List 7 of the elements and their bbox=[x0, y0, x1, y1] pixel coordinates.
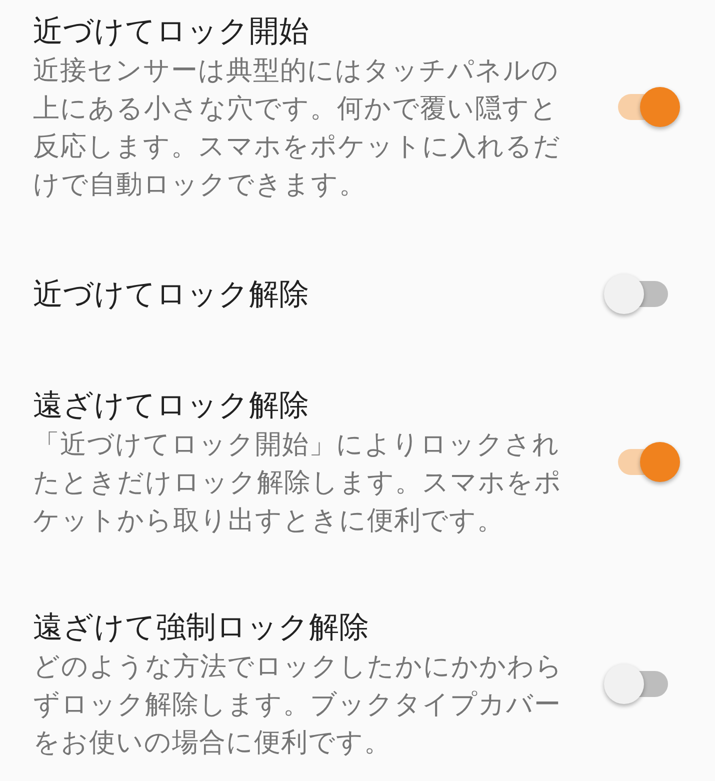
setting-title: 近づけてロック開始 bbox=[33, 13, 310, 51]
setting-description: 「近づけてロック開始」によりロックされたときだけロック解除します。スマホをポケットから取り出すときに便利です。 bbox=[33, 428, 563, 538]
setting-title: 遠ざけて強制ロック解除 bbox=[33, 609, 370, 647]
setting-title: 近づけてロック解除 bbox=[33, 276, 310, 314]
setting-title: 遠ざけてロック解除 bbox=[33, 387, 310, 425]
setting-description: 近接センサーは典型的にはタッチパネルの上にある小さな穴です。何かで覆い隠すと反応します。スマホをポケットに入れるだけで自動ロックできます。 bbox=[33, 54, 562, 202]
setting-description: どのような方法でロックしたかにかかわらずロック解除します。ブックタイプカバーをお使いの場合に便利です。 bbox=[33, 650, 563, 760]
